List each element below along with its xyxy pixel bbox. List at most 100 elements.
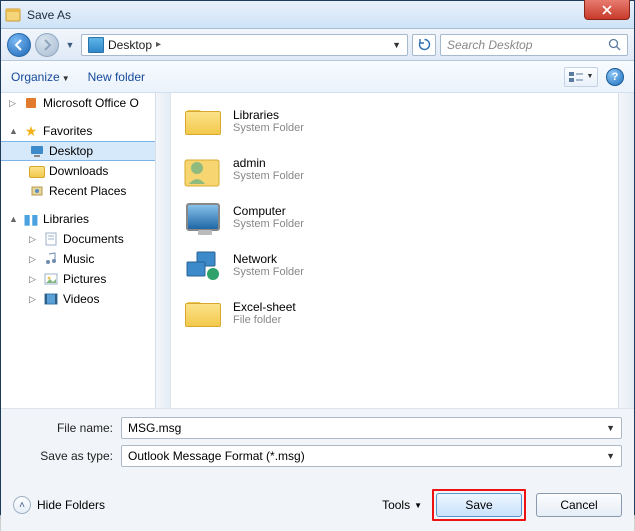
- sidebar-item-downloads[interactable]: Downloads: [1, 161, 170, 181]
- back-button[interactable]: [7, 33, 31, 57]
- libraries-icon: ▮▮: [23, 211, 39, 227]
- chevron-right-icon: ▸: [156, 39, 161, 50]
- computer-icon: [183, 197, 223, 237]
- save-as-window: Save As ▼ Desktop ▸ ▼ Search Desktop: [0, 0, 635, 515]
- collapse-icon: ▲: [9, 126, 19, 136]
- breadcrumb-dropdown[interactable]: ▼: [392, 40, 401, 50]
- nav-history-dropdown[interactable]: ▼: [63, 33, 77, 57]
- sidebar-item-recent-places[interactable]: Recent Places: [1, 181, 170, 201]
- save-as-type-select[interactable]: Outlook Message Format (*.msg) ▼: [121, 445, 622, 467]
- file-name: Excel-sheet: [233, 300, 296, 314]
- chevron-down-icon: ▼: [414, 501, 422, 510]
- dialog-footer: File name: MSG.msg ▼ Save as type: Outlo…: [1, 408, 634, 531]
- file-sub: System Folder: [233, 122, 304, 134]
- file-list: Libraries System Folder admin System Fol…: [171, 93, 634, 408]
- sidebar-item-label: Documents: [63, 232, 124, 246]
- file-name: admin: [233, 156, 304, 170]
- refresh-icon: [418, 38, 431, 51]
- sidebar-item-office[interactable]: ▷ Microsoft Office O: [1, 93, 170, 113]
- sidebar-item-music[interactable]: ▷ Music: [1, 249, 170, 269]
- save-button[interactable]: Save: [436, 493, 522, 517]
- dialog-body: ▷ Microsoft Office O ▲ ★ Favorites Deskt…: [1, 93, 634, 408]
- folder-icon: [183, 293, 223, 333]
- documents-icon: [43, 231, 59, 247]
- navigation-row: ▼ Desktop ▸ ▼ Search Desktop: [1, 29, 634, 61]
- view-mode-button[interactable]: ▼: [564, 67, 598, 87]
- star-icon: ★: [23, 123, 39, 139]
- app-icon: [5, 7, 21, 23]
- hide-folders-label: Hide Folders: [37, 498, 105, 512]
- save-button-highlight: Save: [432, 489, 526, 521]
- file-item-network[interactable]: Network System Folder: [171, 241, 634, 289]
- file-item-computer[interactable]: Computer System Folder: [171, 193, 634, 241]
- sidebar-item-label: Downloads: [49, 164, 108, 178]
- tools-label: Tools: [382, 498, 410, 512]
- expand-icon: ▷: [29, 234, 39, 245]
- file-item-libraries[interactable]: Libraries System Folder: [171, 97, 634, 145]
- sidebar-group-label: Favorites: [43, 124, 92, 138]
- arrow-left-icon: [13, 39, 25, 51]
- sidebar-item-videos[interactable]: ▷ Videos: [1, 289, 170, 309]
- sidebar-item-label: Desktop: [49, 144, 93, 158]
- libraries-icon: [183, 101, 223, 141]
- toolbar: Organize▼ New folder ▼ ?: [1, 61, 634, 93]
- close-icon: [602, 5, 612, 15]
- sidebar-item-label: Videos: [63, 292, 99, 306]
- file-sub: System Folder: [233, 266, 304, 278]
- save-as-type-value: Outlook Message Format (*.msg): [128, 449, 305, 463]
- file-sub: File folder: [233, 314, 296, 326]
- refresh-button[interactable]: [412, 34, 436, 56]
- search-input[interactable]: Search Desktop: [440, 34, 628, 56]
- sidebar-item-pictures[interactable]: ▷ Pictures: [1, 269, 170, 289]
- cancel-button[interactable]: Cancel: [536, 493, 622, 517]
- forward-button[interactable]: [35, 33, 59, 57]
- sidebar-scrollbar[interactable]: [155, 93, 170, 408]
- file-item-excel-sheet[interactable]: Excel-sheet File folder: [171, 289, 634, 337]
- chevron-up-icon: ˄: [13, 496, 31, 514]
- title-bar: Save As: [1, 1, 634, 29]
- hide-folders-button[interactable]: ˄ Hide Folders: [13, 496, 105, 514]
- navigation-sidebar: ▷ Microsoft Office O ▲ ★ Favorites Deskt…: [1, 93, 171, 408]
- sidebar-item-desktop[interactable]: Desktop: [1, 141, 170, 161]
- downloads-icon: [29, 163, 45, 179]
- expand-icon: ▷: [29, 294, 39, 305]
- file-name: Network: [233, 252, 304, 266]
- expand-icon: ▷: [29, 274, 39, 285]
- sidebar-item-label: Pictures: [63, 272, 106, 286]
- sidebar-item-documents[interactable]: ▷ Documents: [1, 229, 170, 249]
- chevron-down-icon[interactable]: ▼: [606, 423, 615, 433]
- desktop-icon: [88, 37, 104, 53]
- view-icon: [569, 71, 583, 83]
- file-sub: System Folder: [233, 170, 304, 182]
- sidebar-group-favorites[interactable]: ▲ ★ Favorites: [1, 121, 170, 141]
- tools-menu[interactable]: Tools ▼: [382, 498, 422, 512]
- sidebar-group-label: Libraries: [43, 212, 89, 226]
- office-icon: [23, 95, 39, 111]
- organize-menu[interactable]: Organize▼: [11, 70, 70, 84]
- filename-input[interactable]: MSG.msg ▼: [121, 417, 622, 439]
- window-title: Save As: [27, 8, 71, 22]
- pictures-icon: [43, 271, 59, 287]
- breadcrumb-bar[interactable]: Desktop ▸ ▼: [81, 34, 408, 56]
- new-folder-button[interactable]: New folder: [88, 70, 145, 84]
- sidebar-item-label: Recent Places: [49, 184, 126, 198]
- help-button[interactable]: ?: [606, 68, 624, 86]
- file-sub: System Folder: [233, 218, 304, 230]
- sidebar-item-label: Microsoft Office O: [43, 96, 139, 110]
- window-close-button[interactable]: [584, 0, 630, 20]
- chevron-down-icon[interactable]: ▼: [606, 451, 615, 461]
- file-name: Computer: [233, 204, 304, 218]
- save-as-type-label: Save as type:: [13, 449, 121, 463]
- file-name: Libraries: [233, 108, 304, 122]
- file-item-admin[interactable]: admin System Folder: [171, 145, 634, 193]
- file-list-scrollbar[interactable]: [618, 93, 634, 408]
- sidebar-item-label: Music: [63, 252, 94, 266]
- expand-icon: ▷: [9, 98, 19, 109]
- recent-places-icon: [29, 183, 45, 199]
- sidebar-group-libraries[interactable]: ▲ ▮▮ Libraries: [1, 209, 170, 229]
- user-folder-icon: [183, 149, 223, 189]
- videos-icon: [43, 291, 59, 307]
- filename-value: MSG.msg: [128, 421, 181, 435]
- collapse-icon: ▲: [9, 214, 19, 224]
- search-placeholder: Search Desktop: [447, 38, 532, 52]
